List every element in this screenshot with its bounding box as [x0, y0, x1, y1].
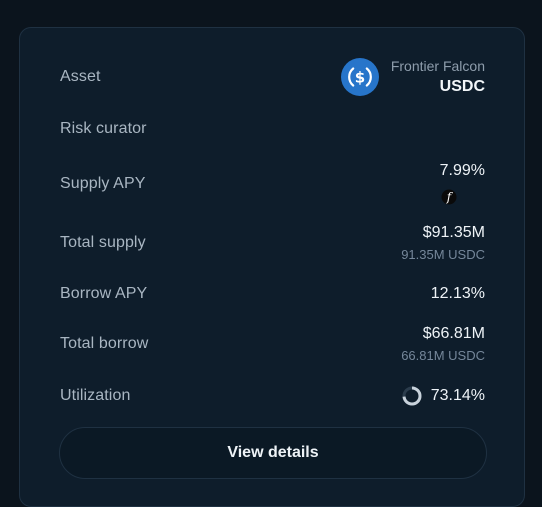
borrow-apy-value: 12.13%: [430, 285, 485, 302]
risk-curator-label: Risk curator: [60, 120, 147, 137]
asset-symbol: USDC: [439, 78, 485, 95]
supply-apy-label: Supply APY: [60, 174, 146, 192]
total-supply-value: $91.35M: [422, 224, 485, 241]
total-borrow-label: Total borrow: [60, 335, 149, 352]
usdc-icon: $: [340, 58, 379, 96]
total-supply-label: Total supply: [60, 234, 146, 251]
total-borrow-sub-value: 66.81M USDC: [401, 348, 485, 363]
view-details-button[interactable]: View details: [59, 427, 487, 479]
asset-label: Asset: [60, 68, 101, 85]
utilization-label: Utilization: [60, 387, 131, 404]
total-supply-sub-value: 91.35M USDC: [401, 247, 485, 262]
reward-f-icon[interactable]: f: [441, 189, 457, 205]
utilization-ring-icon: [402, 386, 422, 406]
borrow-apy-row: Borrow APY 12.13%: [60, 285, 485, 303]
risk-curator-row: Risk curator: [60, 120, 485, 138]
supply-apy-row: Supply APY 7.99% f: [60, 162, 485, 205]
asset-info: $ Frontier Falcon USDC: [340, 58, 485, 96]
market-card: Asset $ Frontier Falcon USDC Risk curato…: [19, 27, 525, 507]
total-supply-row: Total supply $91.35M 91.35M USDC: [60, 224, 485, 262]
utilization-row: Utilization 73.14%: [60, 385, 485, 407]
total-borrow-value: $66.81M: [422, 325, 485, 342]
asset-row: Asset $ Frontier Falcon USDC: [60, 58, 485, 96]
vault-name: Frontier Falcon: [390, 58, 485, 74]
utilization-value: 73.14%: [430, 387, 485, 404]
supply-apy-value: 7.99%: [439, 162, 485, 179]
svg-text:$: $: [355, 69, 365, 87]
total-borrow-row: Total borrow $66.81M 66.81M USDC: [60, 325, 485, 363]
borrow-apy-label: Borrow APY: [60, 285, 148, 302]
